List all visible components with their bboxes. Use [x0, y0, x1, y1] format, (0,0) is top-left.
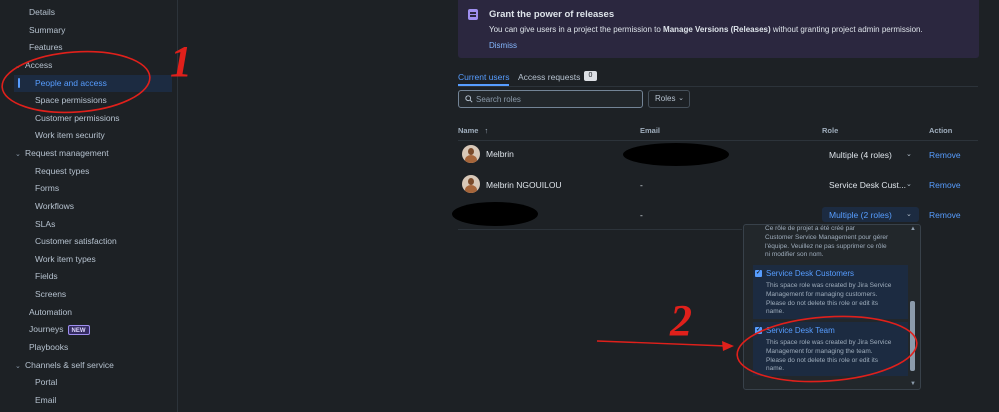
option-service-desk-team[interactable]: ✓ Service Desk Team This space role was …: [753, 322, 908, 376]
sidebar: Details Summary Features ⌄ Access People …: [0, 0, 178, 412]
tab-access-requests[interactable]: Access requests: [518, 72, 580, 82]
sidebar-item-slas[interactable]: SLAs: [35, 216, 55, 233]
search-roles-field[interactable]: [458, 90, 643, 108]
user-name[interactable]: Melbrin: [486, 149, 514, 159]
option-description: Ce rôle de projet a été créé par Custome…: [765, 225, 889, 259]
dismiss-link[interactable]: Dismiss: [489, 41, 517, 50]
remove-button[interactable]: Remove: [929, 210, 961, 220]
role-select[interactable]: Multiple (2 roles): [829, 210, 892, 220]
sidebar-item-fields[interactable]: Fields: [35, 268, 58, 285]
option-title: Service Desk Team: [766, 326, 835, 335]
tabs-divider: [458, 86, 978, 87]
chevron-down-icon: ⌄: [906, 211, 912, 218]
announcement-icon: [468, 9, 478, 20]
active-indicator: [18, 78, 20, 88]
option-title: Service Desk Customers: [766, 269, 855, 278]
sidebar-item-screens[interactable]: Screens: [35, 286, 66, 303]
sidebar-item-automation[interactable]: Automation: [29, 304, 72, 321]
roles-filter-label: Roles: [655, 94, 676, 103]
sidebar-item-label: Journeys: [29, 324, 64, 334]
chevron-down-icon: ⌄: [15, 363, 21, 370]
sidebar-section-label: Request management: [25, 148, 109, 158]
sidebar-item-portal[interactable]: Portal: [35, 374, 57, 391]
remove-button[interactable]: Remove: [929, 150, 961, 160]
sort-arrow-up-icon: ↑: [484, 126, 489, 135]
sidebar-item-customer-permissions[interactable]: Customer permissions: [35, 110, 120, 127]
annotation-arrow-line: [596, 340, 727, 347]
row-divider: [458, 229, 742, 230]
scroll-down-arrow-icon[interactable]: ▼: [910, 381, 916, 387]
sidebar-item-customer-satisfaction[interactable]: Customer satisfaction: [35, 233, 117, 250]
sidebar-section-request-management[interactable]: ⌄ Request management: [15, 145, 109, 162]
sidebar-item-people-and-access[interactable]: People and access: [14, 75, 172, 92]
redacted-email: [623, 143, 729, 166]
option-description: This space role was created by Jira Serv…: [766, 282, 892, 316]
sidebar-item-workflows[interactable]: Workflows: [35, 198, 74, 215]
annotation-number-2: 2: [669, 296, 692, 345]
sidebar-item-space-permissions[interactable]: Space permissions: [35, 92, 107, 109]
sidebar-item-details[interactable]: Details: [29, 4, 55, 21]
sidebar-item-email[interactable]: Email: [35, 392, 56, 409]
sidebar-section-access[interactable]: ⌄ Access: [15, 57, 52, 74]
column-header-email: Email: [640, 126, 661, 135]
banner-title: Grant the power of releases: [489, 9, 615, 20]
roles-filter-button[interactable]: Roles ⌄: [648, 90, 690, 108]
chevron-down-icon: ⌄: [678, 95, 684, 102]
banner-text: You can give users in a project the perm…: [489, 25, 923, 34]
chevron-down-icon: ⌄: [906, 181, 912, 188]
column-header-name[interactable]: Name ↑: [458, 126, 488, 135]
option-description: This space role was created by Jira Serv…: [766, 339, 892, 373]
avatar: [462, 175, 480, 193]
annotation-arrow-head: [722, 341, 734, 351]
scrollbar-thumb[interactable]: [910, 301, 915, 371]
scroll-up-arrow-icon[interactable]: ▲: [910, 226, 916, 232]
sidebar-item-features[interactable]: Features: [29, 39, 63, 56]
header-divider: [458, 140, 978, 141]
sidebar-item-request-types[interactable]: Request types: [35, 163, 89, 180]
chevron-down-icon: ⌄: [906, 151, 912, 158]
remove-button[interactable]: Remove: [929, 180, 961, 190]
sidebar-item-playbooks[interactable]: Playbooks: [29, 339, 68, 356]
sidebar-item-forms[interactable]: Forms: [35, 180, 59, 197]
user-email: -: [640, 210, 643, 220]
sidebar-section-label: Channels & self service: [25, 360, 114, 370]
new-badge: NEW: [67, 324, 90, 335]
option-service-desk-customers[interactable]: ✓ Service Desk Customers This space role…: [753, 265, 908, 319]
checkbox-checked-icon[interactable]: ✓: [755, 327, 762, 334]
column-header-action: Action: [929, 126, 953, 135]
search-input[interactable]: [476, 92, 636, 106]
user-name[interactable]: Melbrin NGOUILOU: [486, 180, 562, 190]
role-select[interactable]: Multiple (4 roles): [829, 150, 892, 160]
sidebar-item-summary[interactable]: Summary: [29, 22, 65, 39]
user-email: -: [640, 180, 643, 190]
avatar: [462, 145, 480, 163]
access-requests-count-badge: 0: [584, 71, 597, 81]
sidebar-item-work-item-security[interactable]: Work item security: [35, 127, 105, 144]
roles-dropdown: Ce rôle de projet a été créé par Custome…: [743, 224, 921, 390]
chevron-down-icon: ⌄: [15, 151, 21, 158]
column-header-role: Role: [822, 126, 839, 135]
chevron-down-icon: ⌄: [15, 63, 21, 70]
sidebar-section-label: Access: [25, 60, 53, 70]
sidebar-item-work-item-types[interactable]: Work item types: [35, 251, 96, 268]
tab-current-users[interactable]: Current users: [458, 72, 510, 82]
redacted-name: [452, 202, 538, 226]
releases-banner: Grant the power of releases You can give…: [458, 0, 979, 58]
search-icon: [465, 95, 473, 103]
role-select[interactable]: Service Desk Cust...: [829, 180, 906, 190]
sidebar-section-channels[interactable]: ⌄ Channels & self service: [15, 357, 114, 374]
sidebar-item-journeys[interactable]: Journeys NEW: [29, 321, 90, 338]
checkbox-checked-icon[interactable]: ✓: [755, 270, 762, 277]
